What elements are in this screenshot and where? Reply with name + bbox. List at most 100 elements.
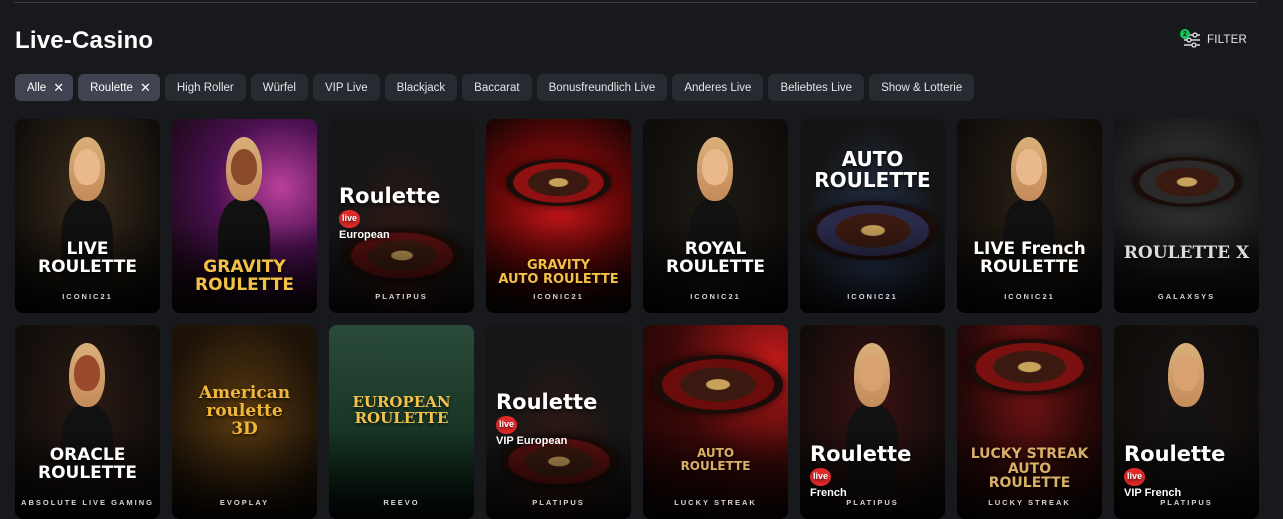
game-title-text: Roulette [339, 184, 441, 208]
game-provider: PLATIPUS [846, 498, 899, 507]
filter-chip-label: Show & Lotterie [881, 81, 963, 94]
filter-chip[interactable]: Baccarat [462, 74, 532, 101]
filter-count-badge: 2 [1180, 29, 1190, 39]
game-title-text: LIVE ROULETTE [38, 239, 137, 277]
game-title: Roulette live VIP European [496, 391, 625, 448]
game-provider: LUCKY STREAK [988, 498, 1071, 507]
filter-chip[interactable]: High Roller [164, 74, 246, 101]
game-provider: EVOPLAY [219, 498, 270, 507]
filter-chip-label: Alle [27, 81, 47, 94]
game-provider: ICONIC21 [1004, 292, 1055, 301]
filter-chip-label: Bonusfreundlich Live [548, 81, 656, 94]
live-badge-icon: live [810, 468, 832, 486]
page-title: Live-Casino [15, 27, 154, 54]
filter-chip[interactable]: Roulette ✕ [78, 74, 160, 101]
filter-chip[interactable]: Beliebtes Live [768, 74, 865, 101]
live-badge-icon: live [496, 416, 518, 434]
game-title-text: GRAVITY AUTO ROULETTE [498, 258, 619, 287]
filter-chip-label: Beliebtes Live [780, 81, 853, 94]
filter-sliders-icon: 2 [1180, 29, 1201, 48]
game-tile[interactable]: Roulette live VIP European PLATIPUS [486, 325, 631, 519]
game-provider: PLATIPUS [1160, 498, 1213, 507]
game-provider: ICONIC21 [533, 292, 584, 301]
remove-chip-icon[interactable]: ✕ [140, 81, 151, 94]
game-tile[interactable]: AUTO ROULETTE ICONIC21 [800, 119, 945, 313]
filter-chip[interactable]: Bonusfreundlich Live [536, 74, 668, 101]
filter-chip[interactable]: VIP Live [312, 74, 380, 101]
game-tile[interactable]: GRAVITY AUTO ROULETTE ICONIC21 [486, 119, 631, 313]
game-title: LUCKY STREAK AUTO ROULETTE [963, 447, 1096, 491]
game-tile[interactable]: EUROPEAN ROULETTE REEVO [329, 325, 474, 519]
game-grid: LIVE ROULETTE ICONIC21 GRAVITY ROULETTE Ro… [15, 119, 1259, 519]
game-tile[interactable]: ORACLE ROULETTE ABSOLUTE LIVE GAMING [15, 325, 160, 519]
filter-chip[interactable]: Anderes Live [672, 74, 764, 101]
game-tile[interactable]: LIVE French ROULETTE ICONIC21 [957, 119, 1102, 313]
game-tile[interactable]: Roulette live VIP French PLATIPUS [1114, 325, 1259, 519]
game-title-text: EUROPEAN ROULETTE [352, 393, 451, 427]
live-badge-icon: live [1124, 468, 1146, 486]
game-tile[interactable]: GRAVITY ROULETTE [172, 119, 317, 313]
game-provider: ABSOLUTE LIVE GAMING [21, 498, 154, 507]
game-tile[interactable]: ROYAL ROULETTE ICONIC21 [643, 119, 788, 313]
filter-button[interactable]: 2 FILTER [1180, 29, 1247, 48]
filter-chip[interactable]: Show & Lotterie [869, 74, 975, 101]
game-provider: LUCKY STREAK [674, 498, 757, 507]
game-tile[interactable]: ROULETTE X GALAXSYS [1114, 119, 1259, 313]
game-tile[interactable]: LIVE ROULETTE ICONIC21 [15, 119, 160, 313]
game-title: AUTO ROULETTE [649, 447, 782, 472]
filter-chip-label: Blackjack [396, 81, 446, 94]
game-tile[interactable]: LUCKY STREAK AUTO ROULETTE LUCKY STREAK [957, 325, 1102, 519]
game-title-text: Roulette [496, 390, 598, 414]
game-title-text: ROULETTE X [1123, 243, 1250, 263]
game-title: Roulette live French [810, 443, 939, 500]
game-title-text: AUTO ROULETTE [680, 446, 751, 473]
game-provider: GALAXSYS [1157, 292, 1216, 301]
game-title: ROYAL ROULETTE [649, 240, 782, 277]
game-provider: PLATIPUS [375, 292, 428, 301]
filter-chip[interactable]: Alle ✕ [15, 74, 74, 101]
game-title: Roulette live VIP French [1124, 443, 1253, 500]
game-title-text: ORACLE ROULETTE [38, 445, 137, 483]
filter-chip-label: VIP Live [324, 81, 368, 94]
game-subtitle: European [339, 229, 390, 242]
game-provider: PLATIPUS [532, 498, 585, 507]
game-title-text: GRAVITY ROULETTE [195, 257, 294, 295]
remove-chip-icon[interactable]: ✕ [53, 81, 64, 94]
game-title: GRAVITY ROULETTE [178, 257, 311, 295]
filter-chip-label: Roulette [90, 81, 133, 94]
game-provider: ICONIC21 [847, 292, 898, 301]
game-title: American roulette 3D [178, 383, 311, 439]
game-title: Roulette live European [339, 185, 468, 242]
game-title-text: Roulette [810, 442, 912, 466]
game-provider: REEVO [383, 498, 420, 507]
filter-chip[interactable]: Würfel [250, 74, 308, 101]
game-title: LIVE French ROULETTE [963, 239, 1096, 277]
filter-chip-label: Anderes Live [684, 81, 752, 94]
game-title: ORACLE ROULETTE [21, 445, 154, 483]
filter-chip-label: High Roller [176, 81, 234, 94]
game-title-text: LUCKY STREAK AUTO ROULETTE [970, 446, 1089, 492]
game-tile[interactable]: Roulette live European PLATIPUS [329, 119, 474, 313]
filter-chip[interactable]: Blackjack [384, 74, 458, 101]
game-provider: ICONIC21 [690, 292, 741, 301]
filter-chip-label: Würfel [262, 81, 296, 94]
filter-label: FILTER [1207, 34, 1247, 46]
game-title: EUROPEAN ROULETTE [335, 393, 468, 427]
category-chips: Alle ✕ Roulette ✕ High Roller Würfel VIP Live B… [15, 74, 975, 101]
game-title: GRAVITY AUTO ROULETTE [492, 259, 625, 286]
game-title-text: American roulette 3D [198, 383, 291, 439]
game-title-text: AUTO ROULETTE [814, 147, 931, 192]
game-tile[interactable]: Roulette live French PLATIPUS [800, 325, 945, 519]
filter-chip-label: Baccarat [474, 81, 520, 94]
top-divider [14, 2, 1257, 3]
game-title: ROULETTE X [1120, 243, 1253, 263]
game-provider: ICONIC21 [62, 292, 113, 301]
game-tile[interactable]: AUTO ROULETTE LUCKY STREAK [643, 325, 788, 519]
live-badge-icon: live [339, 210, 361, 228]
game-title-text: LIVE French ROULETTE [973, 239, 1086, 277]
game-tile[interactable]: American roulette 3D EVOPLAY [172, 325, 317, 519]
game-title: AUTO ROULETTE [806, 149, 939, 191]
game-title: LIVE ROULETTE [21, 239, 154, 277]
game-subtitle: VIP European [496, 435, 568, 448]
game-title-text: Roulette [1124, 442, 1226, 466]
